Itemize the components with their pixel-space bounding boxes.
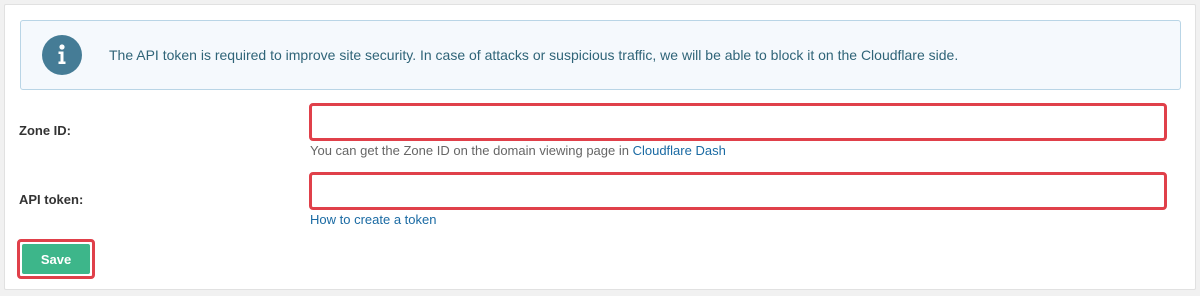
zone-id-input[interactable] — [309, 103, 1167, 141]
zone-id-label: Zone ID: — [19, 123, 71, 138]
api-token-label: API token: — [19, 192, 84, 207]
zone-id-help: You can get the Zone ID on the domain vi… — [310, 143, 726, 158]
create-token-link[interactable]: How to create a token — [310, 212, 436, 227]
settings-card: The API token is required to improve sit… — [4, 4, 1196, 290]
api-token-help: How to create a token — [310, 212, 436, 227]
zone-id-help-text: You can get the Zone ID on the domain vi… — [310, 143, 633, 158]
save-button-highlight: Save — [17, 239, 95, 279]
info-icon — [42, 35, 82, 75]
notice-text: The API token is required to improve sit… — [109, 47, 959, 63]
api-token-input[interactable] — [309, 172, 1167, 210]
save-button[interactable]: Save — [22, 244, 90, 274]
cloudflare-dash-link[interactable]: Cloudflare Dash — [633, 143, 726, 158]
info-notice: The API token is required to improve sit… — [20, 20, 1181, 90]
